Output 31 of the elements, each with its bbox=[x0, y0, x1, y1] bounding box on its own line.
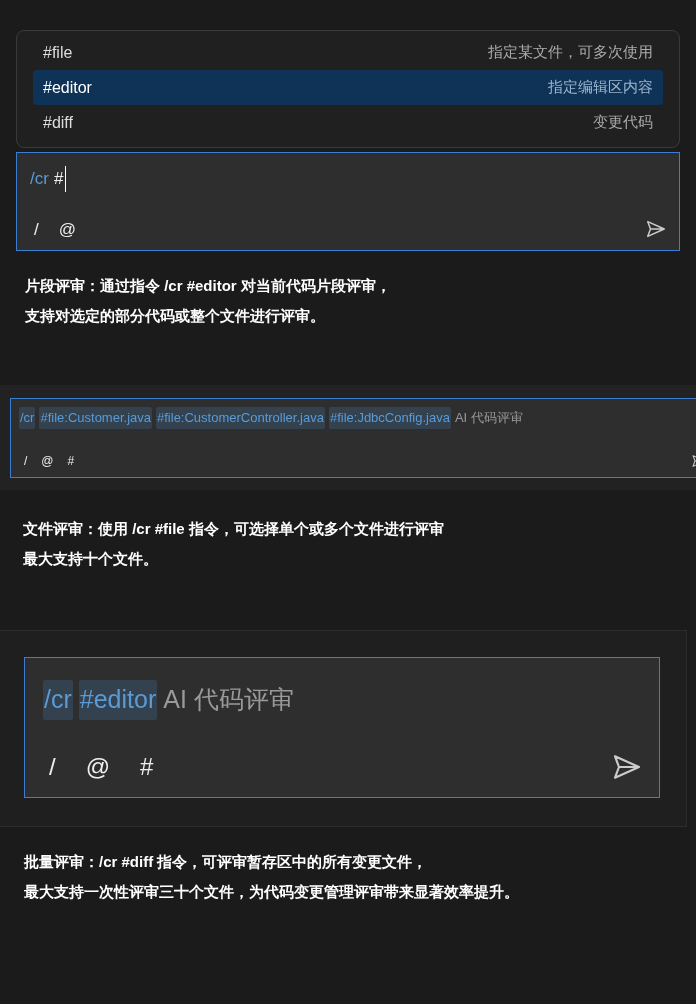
toolbar-button[interactable]: / bbox=[34, 220, 39, 238]
command-token: #file:JdbcConfig.java bbox=[328, 407, 451, 429]
caption-text: 支持对选定的部分代码或整个文件进行评审。 bbox=[25, 306, 326, 326]
toolbar-button[interactable]: # bbox=[140, 755, 154, 779]
chat-input[interactable]: /cr # / @ bbox=[16, 152, 680, 251]
placeholder-text: AI 代码评审 bbox=[163, 684, 294, 715]
command-token: #editor bbox=[78, 680, 158, 720]
toolbar-button[interactable]: @ bbox=[85, 755, 111, 779]
caption-text: 文件评审：使用 /cr #file 指令，可选择单个或多个文件进行评审 bbox=[23, 519, 445, 539]
toolbar-button[interactable]: / bbox=[24, 455, 28, 467]
toolbar-button[interactable]: # bbox=[67, 455, 75, 467]
caption-text: 片段评审：通过指令 /cr #editor 对当前代码片段评审， bbox=[25, 276, 392, 296]
caption-text: 最大支持十个文件。 bbox=[23, 549, 159, 569]
placeholder-text: AI 代码评审 bbox=[454, 409, 523, 427]
input-text: # bbox=[53, 166, 67, 192]
caption-text: 最大支持一次性评审三十个文件，为代码变更管理评审带来显著效率提升。 bbox=[24, 882, 520, 902]
command-token: /cr bbox=[29, 168, 50, 190]
command-token: /cr bbox=[43, 680, 73, 720]
menu-item[interactable]: #diff 变更代码 bbox=[33, 105, 663, 140]
command-token: #file:Customer.java bbox=[39, 407, 152, 429]
command-token: /cr bbox=[19, 407, 36, 429]
command-token: #file:CustomerController.java bbox=[156, 407, 325, 429]
send-icon[interactable] bbox=[645, 218, 667, 240]
chat-input[interactable]: /cr #editor AI 代码评审 / @ # bbox=[24, 657, 660, 798]
toolbar-button[interactable]: @ bbox=[41, 455, 54, 467]
toolbar-button[interactable]: @ bbox=[58, 220, 76, 238]
chat-input[interactable]: /cr #file:Customer.java #file:CustomerController.java #file:JdbcConfig.java AI 代码评审 / @ # bbox=[10, 398, 696, 478]
menu-item[interactable]: #file 指定某文件，可多次使用 bbox=[33, 35, 663, 70]
menu-item[interactable]: #editor 指定编辑区内容 bbox=[33, 70, 663, 105]
toolbar-button[interactable]: / bbox=[49, 755, 56, 779]
caption-text: 批量评审：/cr #diff 指令，可评审暂存区中的所有变更文件， bbox=[24, 852, 429, 872]
